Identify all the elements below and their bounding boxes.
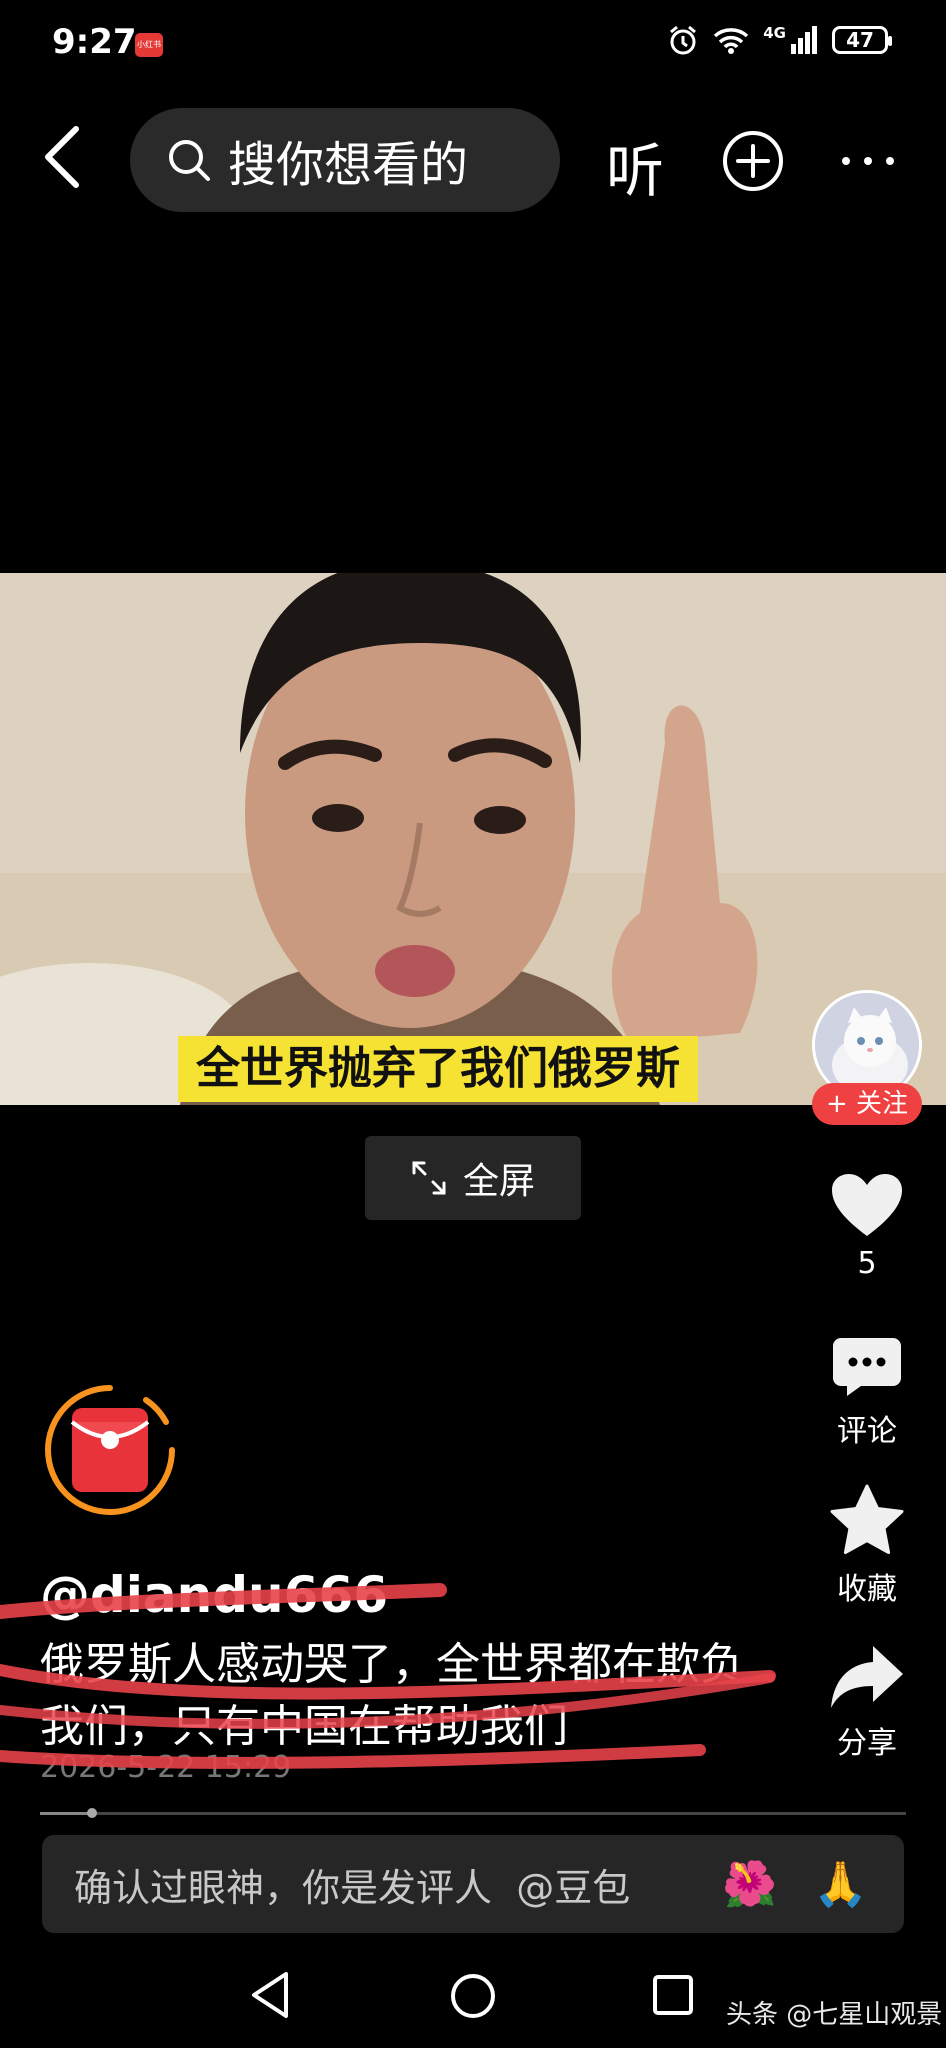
pray-emoji-button[interactable]: 🙏 — [813, 1858, 868, 1910]
fullscreen-label: 全屏 — [462, 1161, 535, 1202]
nav-back-icon[interactable] — [248, 1970, 292, 2020]
battery-indicator: 47 — [832, 26, 892, 54]
video-subtitle: 全世界抛弃了我们俄罗斯 — [178, 1036, 698, 1102]
signal-icon — [791, 26, 817, 54]
status-icons: 4G 47 — [667, 24, 892, 56]
nav-home-icon[interactable] — [450, 1973, 496, 2019]
listen-button[interactable]: 听 — [606, 124, 664, 208]
plus-circle-icon[interactable] — [722, 130, 784, 192]
wifi-icon — [714, 28, 749, 54]
share-button[interactable]: 分享 — [812, 1644, 922, 1762]
follow-button[interactable]: + 关注 — [812, 1083, 922, 1125]
comment-label: 评论 — [837, 1414, 897, 1449]
comment-button[interactable]: 评论 — [812, 1336, 922, 1450]
fullscreen-button[interactable]: 全屏 — [365, 1136, 581, 1220]
favorite-label: 收藏 — [837, 1572, 897, 1607]
expand-icon — [412, 1161, 446, 1195]
mention-doubao: @豆包 — [516, 1865, 631, 1910]
alarm-icon — [670, 25, 697, 55]
favorite-button[interactable]: 收藏 — [812, 1484, 922, 1608]
flower-emoji-button[interactable]: 🌺 — [722, 1858, 777, 1910]
red-envelope-icon[interactable] — [42, 1382, 178, 1518]
comment-placeholder: 确认过眼神，你是发评人 @豆包 — [74, 1865, 631, 1910]
progress-fill — [40, 1812, 92, 1815]
heart-icon — [832, 1174, 902, 1236]
comment-input[interactable]: 确认过眼神，你是发评人 @豆包 🌺 🙏 — [42, 1835, 904, 1933]
video-progress-bar[interactable] — [40, 1808, 906, 1818]
post-date: 2026-5-22 15:29 — [40, 1750, 292, 1785]
share-icon — [831, 1646, 903, 1708]
like-count: 5 — [857, 1246, 877, 1281]
search-bar[interactable]: 搜你想看的 — [130, 108, 560, 212]
search-icon — [169, 140, 210, 181]
comment-icon — [833, 1338, 901, 1396]
more-icon[interactable] — [838, 138, 898, 184]
network-label: 4G — [763, 24, 786, 42]
progress-handle[interactable] — [86, 1808, 97, 1818]
post-description: 俄罗斯人感动哭了，全世界都在欺负我们，只有中国在帮助我们 — [40, 1639, 744, 1752]
search-placeholder: 搜你想看的 — [228, 137, 469, 193]
app-badge: 小红书 — [135, 33, 163, 57]
share-label: 分享 — [837, 1726, 897, 1761]
watermark: 头条 @七星山观景 — [726, 2000, 943, 2030]
video-frame — [0, 573, 946, 1105]
star-icon — [830, 1484, 904, 1554]
back-icon[interactable] — [40, 125, 84, 189]
like-button[interactable]: 5 — [812, 1172, 922, 1281]
nav-recent-icon[interactable] — [652, 1974, 694, 2016]
username[interactable]: @diandu666 — [40, 1566, 388, 1624]
video-player[interactable]: 全世界抛弃了我们俄罗斯 — [0, 573, 946, 1105]
status-time: 9:27 — [52, 22, 137, 62]
